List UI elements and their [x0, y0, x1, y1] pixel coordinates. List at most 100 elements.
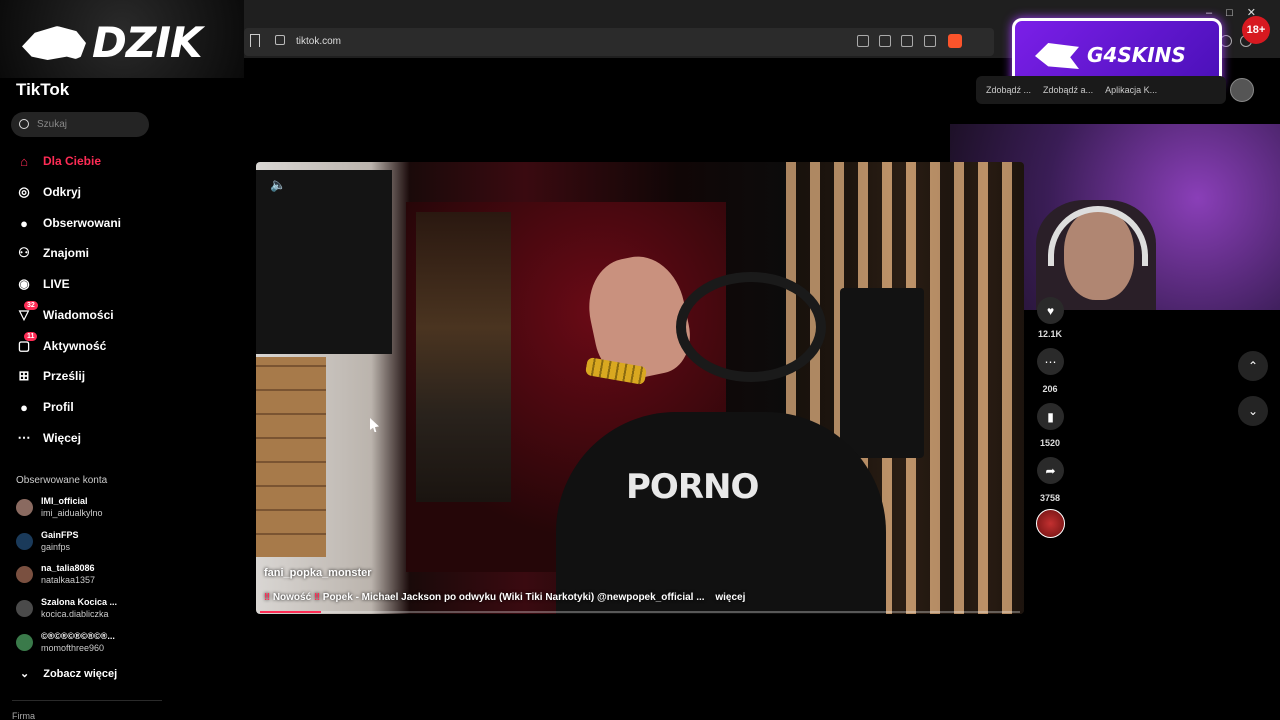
- url-text[interactable]: tiktok.com: [296, 36, 341, 47]
- heart-icon: ♥: [1046, 303, 1055, 318]
- nav-following[interactable]: ● Obserwowani: [16, 215, 121, 231]
- exclamation-mark: ‼: [313, 592, 320, 603]
- video-author[interactable]: fani_popka_monster: [264, 567, 372, 579]
- video-player[interactable]: PORNO: [256, 162, 1024, 614]
- dzik-logo-overlay: DZIK: [0, 0, 244, 78]
- microphone-icon: [676, 272, 826, 382]
- account-name: GainFPS: [41, 530, 79, 540]
- more-link[interactable]: więcej: [715, 592, 745, 603]
- search-placeholder: Szukaj: [37, 119, 68, 130]
- video-progress-fill: [260, 611, 321, 613]
- video-scene-speaker: [840, 288, 924, 458]
- activity-badge: 11: [24, 332, 38, 341]
- share-arrow-icon: ➦: [1045, 463, 1056, 478]
- nav-label: Aktywność: [43, 339, 107, 353]
- age-badge: 18+: [1242, 16, 1270, 44]
- comment-icon: ⋯: [1044, 354, 1057, 369]
- boar-icon: [22, 26, 86, 60]
- more-icon: ⋯: [17, 430, 31, 445]
- brave-shield-icon[interactable]: [948, 34, 962, 48]
- nav-live[interactable]: ◉ LIVE: [16, 276, 70, 292]
- g4skins-text: G4SKINS: [1087, 43, 1186, 67]
- user-avatar[interactable]: [1230, 78, 1254, 102]
- chevron-down-icon: ⌄: [20, 668, 30, 680]
- nav-label: Dla Ciebie: [43, 154, 102, 168]
- nav-explore[interactable]: ◎ Odkryj: [16, 184, 81, 200]
- nav-label: Profil: [43, 400, 74, 414]
- account-handle: natalkaa1357: [41, 575, 96, 585]
- header-pill[interactable]: Aplikacja K...: [1105, 85, 1157, 95]
- nav-label: Więcej: [43, 431, 81, 445]
- comment-button[interactable]: ⋯: [1037, 348, 1064, 375]
- video-description: ‼ Nowość ‼ Popek - Michael Jackson po od…: [264, 592, 745, 603]
- account-name: Szalona Kocica ...: [41, 597, 118, 607]
- video-progress-bar[interactable]: [260, 611, 1020, 613]
- sidebar-divider: [12, 700, 162, 701]
- following-account[interactable]: IMI_official imi_aidualkylno: [16, 495, 103, 519]
- see-more-label: Zobacz więcej: [43, 667, 118, 680]
- like-count: 12.1K: [1037, 329, 1063, 339]
- following-account[interactable]: Szalona Kocica ... kocica.diabliczka: [16, 596, 117, 620]
- profile-icon: ●: [20, 399, 28, 415]
- nav-label: Wiadomości: [43, 308, 114, 322]
- bookmark-icon: ▮: [1047, 409, 1054, 424]
- volume-icon[interactable]: 🔈: [270, 177, 286, 192]
- share-button[interactable]: ➦: [1037, 457, 1064, 484]
- video-scene-panel: [256, 170, 392, 354]
- nav-label: LIVE: [43, 277, 70, 291]
- previous-video-button[interactable]: ⌃: [1238, 351, 1268, 381]
- account-avatar: [16, 599, 33, 617]
- account-handle: gainfps: [41, 542, 71, 552]
- nav-label: Znajomi: [43, 246, 90, 260]
- chevron-up-icon: ⌃: [1247, 359, 1259, 373]
- inbox-icon: ▽ 32: [16, 301, 38, 323]
- header-pill[interactable]: Zdobądź a...: [1043, 85, 1093, 95]
- tiktok-logo[interactable]: TikTok: [16, 80, 69, 100]
- video-scene-boxes: [256, 357, 326, 557]
- like-button[interactable]: ♥: [1037, 297, 1064, 324]
- account-avatar: [16, 498, 33, 516]
- account-name: na_talia8086: [41, 563, 95, 573]
- nav-upload[interactable]: ⊞ Prześlij: [16, 368, 85, 384]
- account-handle: imi_aidualkylno: [41, 508, 103, 518]
- nav-label: Odkryj: [43, 185, 82, 199]
- g4skins-logo-icon: [1035, 43, 1079, 69]
- upload-icon: ⊞: [18, 368, 30, 383]
- mute-tab-icon[interactable]: [857, 35, 869, 47]
- site-settings-icon[interactable]: [275, 35, 285, 45]
- nav-friends[interactable]: ⚇ Znajomi: [16, 245, 89, 261]
- avatar-icon: ●: [20, 215, 28, 231]
- search-input[interactable]: [11, 112, 149, 137]
- nav-more[interactable]: ⋯ Więcej: [16, 430, 81, 446]
- nav-label: Prześlij: [43, 369, 86, 383]
- desc-new: Nowość: [272, 592, 312, 603]
- desc-text: Popek - Michael Jackson po odwyku (Wiki …: [322, 592, 705, 603]
- header-pill[interactable]: Zdobądź ...: [986, 85, 1031, 95]
- compass-icon: ◎: [18, 184, 30, 199]
- following-account[interactable]: GainFPS gainfps: [16, 529, 79, 553]
- friends-icon: ⚇: [18, 245, 30, 260]
- creator-avatar[interactable]: [1036, 509, 1065, 538]
- video-scene-poster: [416, 212, 511, 502]
- nav-messages[interactable]: ▽ 32 Wiadomości: [16, 301, 114, 323]
- next-video-button[interactable]: ⌄: [1238, 396, 1268, 426]
- nav-for-you[interactable]: ⌂ Dla Ciebie: [16, 153, 101, 169]
- translate-icon[interactable]: [901, 35, 913, 47]
- exclamation-mark: ‼: [264, 592, 271, 603]
- account-avatar: [16, 565, 33, 583]
- see-more-button[interactable]: ⌄ Zobacz więcej: [20, 667, 118, 681]
- save-button[interactable]: ▮: [1037, 403, 1064, 430]
- nav-activity[interactable]: ▢ 11 Aktywność: [16, 332, 107, 354]
- footer-section-title: Firma: [12, 711, 35, 720]
- cast-icon[interactable]: [879, 35, 891, 47]
- account-avatar: [16, 532, 33, 550]
- bookmark-icon[interactable]: [250, 34, 260, 47]
- shirt-print: PORNO: [626, 467, 759, 507]
- home-icon: ⌂: [20, 153, 28, 169]
- nav-profile[interactable]: ● Profil: [16, 399, 74, 415]
- share-icon[interactable]: [924, 35, 936, 47]
- account-handle: momofthree960: [41, 643, 105, 653]
- following-account[interactable]: na_talia8086 natalkaa1357: [16, 562, 95, 586]
- following-account[interactable]: ©®©®©®©®©®... momofthree960: [16, 630, 115, 654]
- messages-badge: 32: [24, 301, 38, 310]
